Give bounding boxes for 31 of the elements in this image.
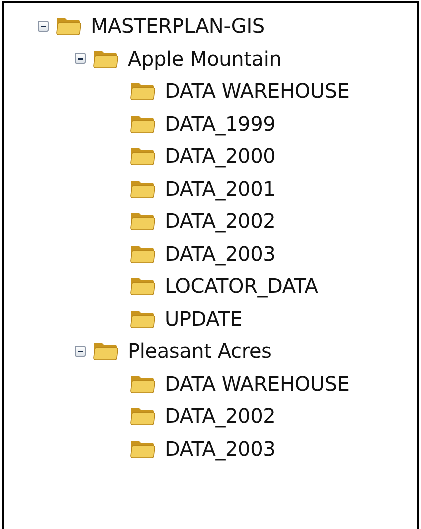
folder-label[interactable]: DATA_2000 — [165, 144, 276, 168]
folder-icon — [56, 16, 82, 36]
folder-icon — [130, 81, 156, 102]
folder-label[interactable]: DATA_2002 — [165, 209, 276, 234]
folder-icon — [130, 114, 156, 134]
folder-icon — [130, 374, 156, 394]
folder-icon — [93, 341, 119, 362]
folder-icon — [130, 244, 156, 264]
folder-icon — [130, 406, 156, 426]
folder-label[interactable]: Apple Mountain — [128, 46, 282, 71]
folder-label[interactable]: Pleasant Acres — [128, 339, 272, 364]
folder-label[interactable]: UPDATE — [165, 306, 243, 331]
folder-icon — [130, 438, 156, 459]
collapse-toggle[interactable] — [38, 20, 48, 32]
folder-icon — [130, 308, 156, 329]
collapse-toggle[interactable] — [74, 346, 86, 357]
folder-label[interactable]: LOCATOR_DATA — [165, 274, 318, 298]
folder-icon — [130, 178, 156, 199]
folder-label[interactable]: DATA_2003 — [165, 242, 276, 266]
folder-icon — [93, 48, 119, 69]
folder-label[interactable]: DATA_2003 — [165, 436, 276, 461]
folder-label[interactable]: DATA WAREHOUSE — [165, 372, 350, 396]
folder-label[interactable]: DATA_2002 — [165, 404, 276, 428]
folder-icon — [130, 146, 156, 166]
folder-label[interactable]: MASTERPLAN-GIS — [91, 14, 265, 38]
folder-label[interactable]: DATA WAREHOUSE — [165, 79, 350, 104]
folder-icon — [130, 211, 156, 232]
folder-label[interactable]: DATA_1999 — [165, 112, 276, 136]
collapse-toggle[interactable] — [74, 53, 86, 64]
folder-icon — [130, 276, 156, 296]
folder-label[interactable]: DATA_2001 — [165, 176, 276, 201]
